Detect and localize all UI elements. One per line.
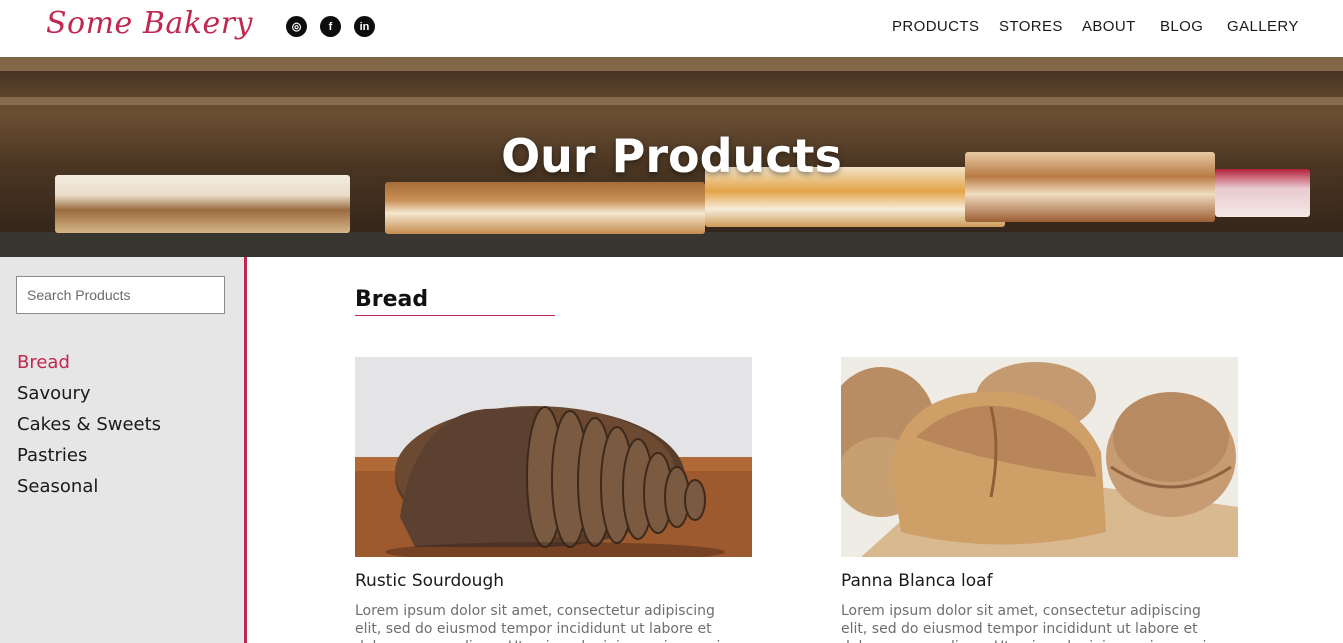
- section-title: Bread: [355, 287, 429, 312]
- sidebar-divider: [244, 257, 247, 643]
- hero-banner: Our Products: [0, 57, 1343, 257]
- sidebar-item-pastries[interactable]: Pastries: [17, 445, 87, 466]
- product-description: Lorem ipsum dolor sit amet, consectetur …: [841, 603, 1214, 643]
- brand-logo[interactable]: Some Bakery: [46, 6, 253, 41]
- nav-about[interactable]: ABOUT: [1082, 18, 1136, 35]
- product-image-panna-blanca-loaf[interactable]: [841, 357, 1238, 557]
- hero-cake-tray-1: [55, 175, 350, 233]
- page-title: Our Products: [501, 129, 842, 183]
- facebook-icon[interactable]: f: [320, 16, 341, 37]
- product-description: Lorem ipsum dolor sit amet, consectetur …: [355, 603, 728, 643]
- nav-products[interactable]: PRODUCTS: [892, 18, 979, 35]
- nav-gallery[interactable]: GALLERY: [1227, 18, 1299, 35]
- section-underline: [355, 315, 555, 316]
- nav-blog[interactable]: BLOG: [1160, 18, 1203, 35]
- sidebar-item-savoury[interactable]: Savoury: [17, 383, 91, 404]
- site-header: Some Bakery ◎ f in PRODUCTS STORES ABOUT…: [0, 0, 1343, 57]
- nav-stores[interactable]: STORES: [999, 18, 1063, 35]
- product-name[interactable]: Rustic Sourdough: [355, 571, 504, 591]
- product-image-rustic-sourdough[interactable]: [355, 357, 752, 557]
- search-input[interactable]: [16, 276, 225, 314]
- sidebar-item-cakes-sweets[interactable]: Cakes & Sweets: [17, 414, 161, 435]
- loaves-illustration: [841, 357, 1238, 557]
- hero-cake-tray-2: [385, 182, 705, 234]
- instagram-icon[interactable]: ◎: [286, 16, 307, 37]
- sidebar-item-seasonal[interactable]: Seasonal: [17, 476, 98, 497]
- hero-shelf-mid: [0, 97, 1343, 105]
- product-name[interactable]: Panna Blanca loaf: [841, 571, 993, 591]
- sidebar-item-bread[interactable]: Bread: [17, 352, 70, 373]
- sliced-bread-illustration: [355, 406, 752, 557]
- linkedin-icon[interactable]: in: [354, 16, 375, 37]
- hero-shelf-top: [0, 57, 1343, 71]
- hero-counter: [0, 232, 1343, 257]
